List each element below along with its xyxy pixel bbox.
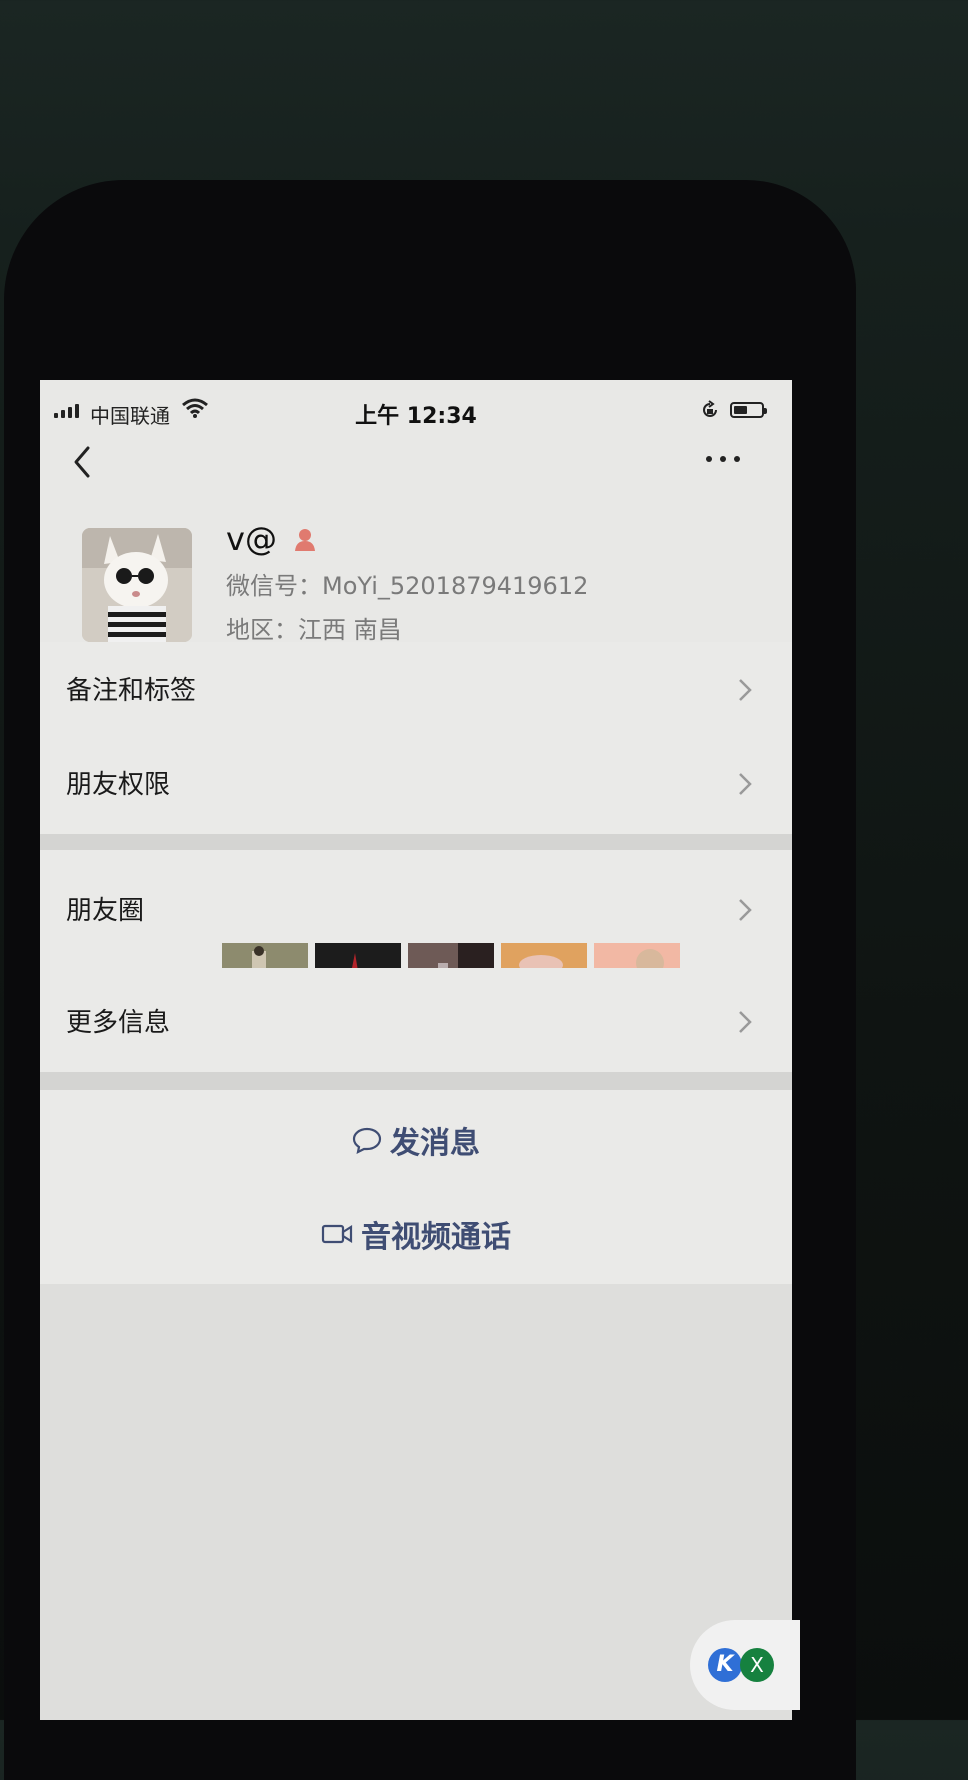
chevron-right-icon	[739, 1011, 752, 1033]
female-icon	[295, 529, 315, 551]
video-call-label: 音视频通话	[361, 1220, 511, 1255]
remark-tags-row[interactable]: 备注和标签	[40, 642, 792, 734]
floating-assistant-ball[interactable]: K X	[690, 1620, 800, 1710]
avatar[interactable]	[82, 528, 192, 642]
chat-bubble-icon	[352, 1127, 382, 1154]
x-app-icon: X	[740, 1648, 774, 1682]
video-call-row[interactable]: 音视频通话	[40, 1186, 792, 1284]
more-info-label: 更多信息	[66, 1008, 171, 1038]
video-camera-icon	[321, 1224, 353, 1244]
cat-avatar-icon	[82, 528, 192, 642]
send-message-label: 发消息	[390, 1126, 480, 1161]
send-message-row[interactable]: 发消息	[40, 1090, 792, 1186]
status-time: 上午 12:34	[355, 404, 477, 429]
wechat-id: 微信号：MoYi_5201879419612	[226, 572, 589, 600]
k-app-icon: K	[708, 1648, 742, 1682]
back-button[interactable]	[68, 442, 98, 482]
friend-permissions-row[interactable]: 朋友权限	[40, 734, 792, 834]
send-message-button[interactable]: 发消息	[40, 1118, 792, 1162]
chevron-right-icon	[739, 679, 752, 701]
chevron-right-icon	[739, 899, 752, 921]
section-divider	[40, 1072, 792, 1090]
battery-icon	[730, 402, 767, 418]
more-info-row[interactable]: 更多信息	[40, 968, 792, 1072]
status-bar: 中国联通 上午 12:34	[40, 380, 792, 429]
phone-screen: 中国联通 上午 12:34 v@ 微信号：MoYi_5201879419612 …	[40, 380, 792, 1720]
video-call-button[interactable]: 音视频通话	[40, 1212, 792, 1256]
nickname: v@	[226, 520, 277, 558]
remark-tags-label: 备注和标签	[66, 676, 197, 706]
friend-permissions-label: 朋友权限	[66, 770, 171, 800]
region: 地区：江西 南昌	[226, 616, 402, 644]
section-divider	[40, 834, 792, 850]
more-options-button[interactable]	[704, 450, 744, 470]
chevron-right-icon	[739, 773, 752, 795]
moments-label: 朋友圈	[66, 896, 145, 926]
rotation-lock-icon	[703, 400, 717, 417]
empty-area	[40, 1284, 792, 1720]
